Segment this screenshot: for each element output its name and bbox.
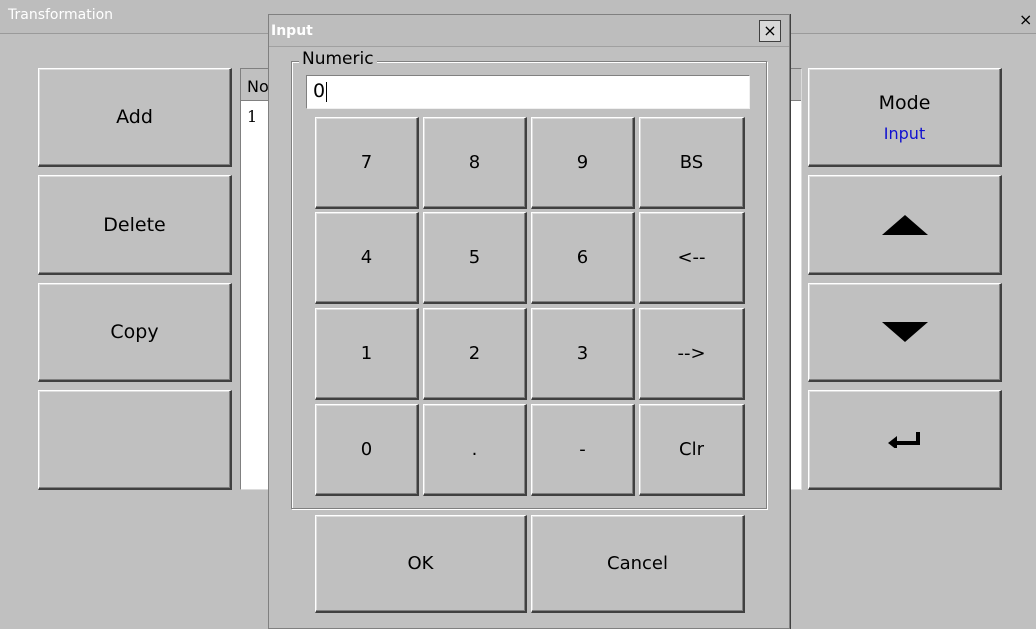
numeric-input-value: 0 (313, 80, 326, 102)
input-dialog: Input × Numeric 0 7 8 9 BS 4 5 6 <-- 1 2… (268, 14, 790, 629)
move-up-button[interactable] (808, 175, 1002, 275)
column-header-no[interactable]: No (247, 77, 269, 96)
mode-button[interactable]: Mode Input (808, 68, 1002, 167)
key-9[interactable]: 9 (531, 117, 635, 209)
main-close-icon[interactable]: × (1019, 12, 1032, 28)
up-arrow-icon (881, 214, 928, 235)
key-clear[interactable]: Clr (639, 404, 745, 496)
key-cursor-right[interactable]: --> (639, 308, 745, 400)
key-4[interactable]: 4 (315, 212, 419, 304)
key-3[interactable]: 3 (531, 308, 635, 400)
numeric-input[interactable]: 0 (306, 75, 750, 109)
key-6[interactable]: 6 (531, 212, 635, 304)
ok-button[interactable]: OK (315, 515, 527, 613)
numeric-group-label: Numeric (299, 49, 377, 69)
key-7[interactable]: 7 (315, 117, 419, 209)
window-title: Transformation (8, 7, 114, 23)
enter-icon (887, 431, 920, 448)
text-caret (326, 81, 328, 102)
key-0[interactable]: 0 (315, 404, 419, 496)
key-cursor-left[interactable]: <-- (639, 212, 745, 304)
key-decimal[interactable]: . (423, 404, 527, 496)
dialog-titlebar: Input × (269, 15, 789, 47)
dialog-close-icon[interactable]: × (759, 20, 781, 42)
cancel-button[interactable]: Cancel (531, 515, 745, 613)
enter-button[interactable] (808, 390, 1002, 490)
add-button[interactable]: Add (38, 68, 232, 167)
mode-value: Input (883, 123, 926, 143)
key-2[interactable]: 2 (423, 308, 527, 400)
key-backspace[interactable]: BS (639, 117, 745, 209)
copy-button[interactable]: Copy (38, 283, 232, 382)
down-arrow-icon (881, 322, 928, 342)
key-8[interactable]: 8 (423, 117, 527, 209)
table-row-no[interactable]: 1 (247, 107, 257, 126)
empty-button[interactable] (38, 390, 232, 490)
dialog-title: Input (271, 23, 313, 39)
move-down-button[interactable] (808, 283, 1002, 382)
delete-button[interactable]: Delete (38, 175, 232, 275)
mode-label: Mode (878, 91, 931, 114)
key-5[interactable]: 5 (423, 212, 527, 304)
key-minus[interactable]: - (531, 404, 635, 496)
key-1[interactable]: 1 (315, 308, 419, 400)
